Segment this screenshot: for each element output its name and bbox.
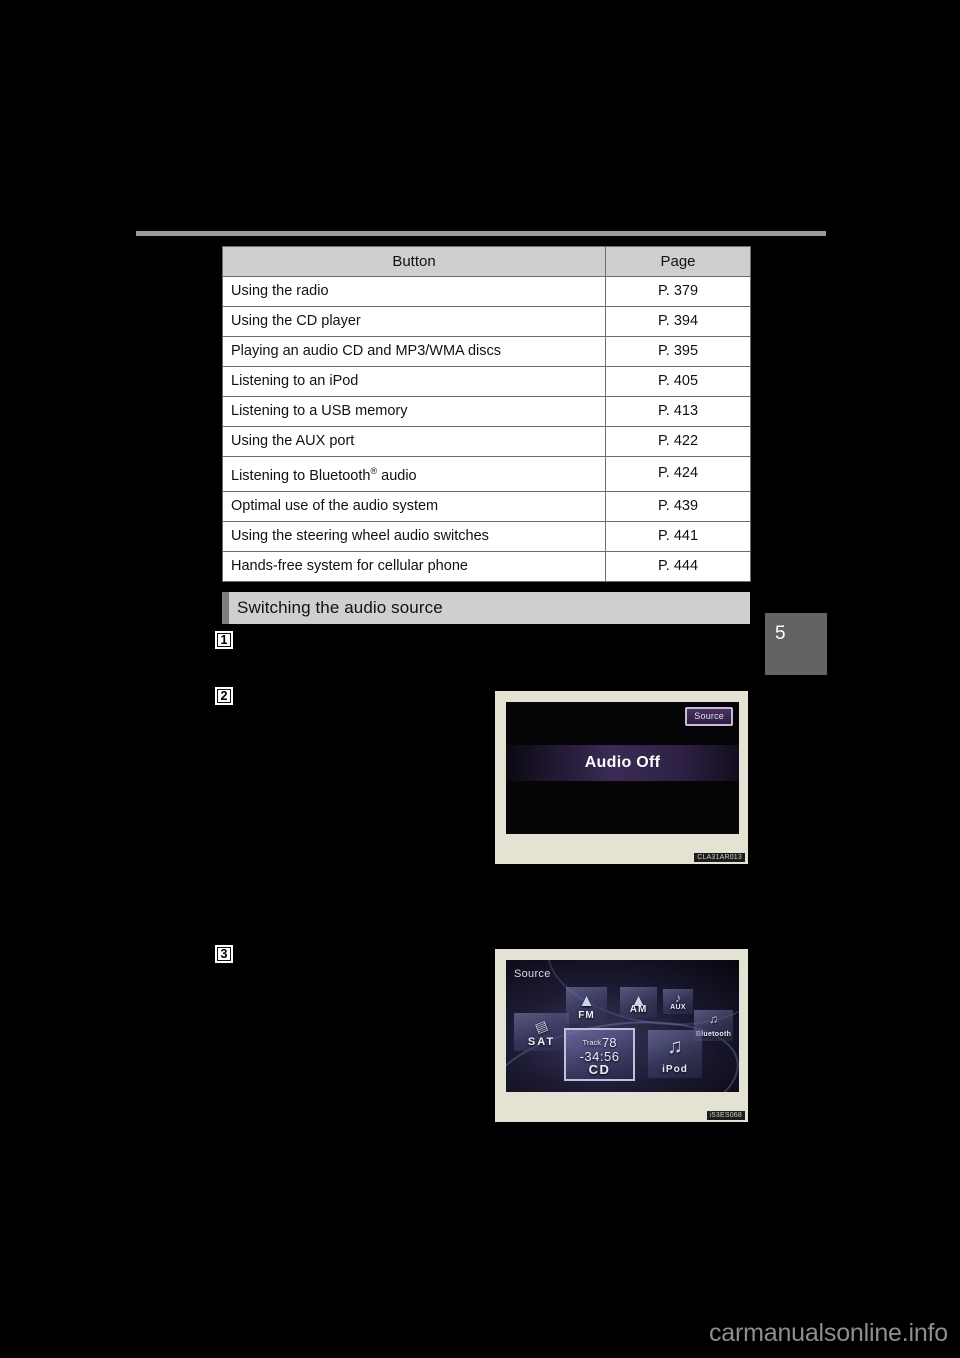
cd-track-label: Track [582, 1038, 601, 1047]
chapter-tab: 5 [765, 613, 827, 675]
row-button-label: Playing an audio CD and MP3/WMA discs [222, 336, 606, 367]
source-tile-am[interactable]: ▲ AM [620, 987, 657, 1018]
cd-track-number: 78 [602, 1035, 617, 1050]
source-tile-label: SAT [527, 1036, 556, 1048]
audio-status-band: Audio Off [506, 745, 739, 781]
row-page-ref: P. 395 [605, 336, 751, 367]
figure-reference-code: i53ES068 [707, 1111, 745, 1120]
chapter-number: 5 [775, 623, 786, 644]
row-page-ref: P. 413 [605, 396, 751, 427]
figure-audio-off: Source Audio Off CLA31AR013 [494, 690, 749, 865]
row-page-ref: P. 422 [605, 426, 751, 457]
figure-reference-code: CLA31AR013 [694, 853, 745, 862]
source-tile-label: iPod [662, 1064, 688, 1075]
section-heading-text: Switching the audio source [237, 598, 443, 617]
row-page-ref: P. 444 [605, 550, 751, 582]
table-row[interactable]: Listening to Bluetooth® audio P. 424 [222, 456, 751, 492]
column-header-page: Page [605, 246, 751, 277]
heading-accent-bar [222, 592, 229, 624]
audio-off-text: Audio Off [584, 754, 661, 771]
step-marker-2: 2 [215, 687, 233, 705]
table-row[interactable]: Playing an audio CD and MP3/WMA discs P.… [222, 336, 751, 367]
bluetooth-label-text: Listening to Bluetooth [231, 467, 371, 484]
site-watermark: carmanualsonline.info [708, 1319, 948, 1347]
row-button-label: Listening to a USB memory [222, 396, 606, 427]
source-tile-ipod[interactable]: ♫ iPod [648, 1030, 702, 1078]
figure-source-menu: Source ▲ FM ▲ AM ♪ AUX ♫ Bluetooth ▤ SAT… [494, 948, 749, 1123]
cd-source-label: CD [588, 1062, 611, 1077]
row-page-ref: P. 441 [605, 520, 751, 552]
row-button-label-bluetooth: Listening to Bluetooth® audio [222, 456, 606, 492]
source-tile-label: AM [629, 1004, 648, 1015]
section-heading: Switching the audio source [222, 592, 750, 624]
row-button-label: Hands-free system for cellular phone [222, 550, 606, 582]
music-note-icon: ♫ [667, 1035, 683, 1058]
row-button-label: Using the radio [222, 276, 606, 307]
table-row[interactable]: Hands-free system for cellular phone P. … [222, 550, 751, 582]
row-button-label: Using the CD player [222, 306, 606, 337]
table-header-row: Button Page [222, 246, 751, 277]
bluetooth-label-suffix: audio [377, 467, 417, 484]
cd-track-line: Track78 [566, 1035, 633, 1050]
table-row[interactable]: Listening to a USB memory P. 413 [222, 396, 751, 427]
source-tile-label: FM [578, 1010, 595, 1021]
table-row[interactable]: Optimal use of the audio system P. 439 [222, 490, 751, 522]
table-row[interactable]: Using the steering wheel audio switches … [222, 520, 751, 552]
row-button-label: Listening to an iPod [222, 366, 606, 397]
row-page-ref: P. 439 [605, 490, 751, 522]
music-note-icon: ♫ [709, 1012, 718, 1026]
row-button-label: Optimal use of the audio system [222, 490, 606, 522]
source-button[interactable]: Source [685, 707, 733, 726]
source-tile-cd-selected[interactable]: Track78 -34:56 CD [564, 1028, 635, 1081]
infotainment-screen-audio-off: Source Audio Off [506, 702, 739, 834]
source-tile-label: AUX [670, 1004, 686, 1011]
source-tile-aux[interactable]: ♪ AUX [663, 989, 693, 1014]
row-page-ref: P. 405 [605, 366, 751, 397]
table-row[interactable]: Using the radio P. 379 [222, 276, 751, 307]
page-top-rule [136, 231, 826, 236]
row-page-ref: P. 394 [605, 306, 751, 337]
row-page-ref: P. 424 [605, 456, 751, 492]
source-menu-title: Source [514, 968, 551, 980]
step-marker-1: 1 [215, 631, 233, 649]
source-tile-sat[interactable]: ▤ SAT [514, 1013, 569, 1051]
infotainment-screen-source-menu: Source ▲ FM ▲ AM ♪ AUX ♫ Bluetooth ▤ SAT… [506, 960, 739, 1092]
table-row[interactable]: Listening to an iPod P. 405 [222, 366, 751, 397]
reference-table: Button Page Using the radio P. 379 Using… [222, 246, 751, 582]
row-button-label: Using the AUX port [222, 426, 606, 457]
row-button-label: Using the steering wheel audio switches [222, 520, 606, 552]
column-header-button: Button [222, 246, 606, 277]
table-row[interactable]: Using the CD player P. 394 [222, 306, 751, 337]
row-page-ref: P. 379 [605, 276, 751, 307]
music-note-icon: ♪ [675, 991, 681, 1005]
table-row[interactable]: Using the AUX port P. 422 [222, 426, 751, 457]
radio-tower-icon: ▲ [578, 991, 595, 1010]
source-tile-fm[interactable]: ▲ FM [566, 987, 607, 1024]
step-marker-3: 3 [215, 945, 233, 963]
